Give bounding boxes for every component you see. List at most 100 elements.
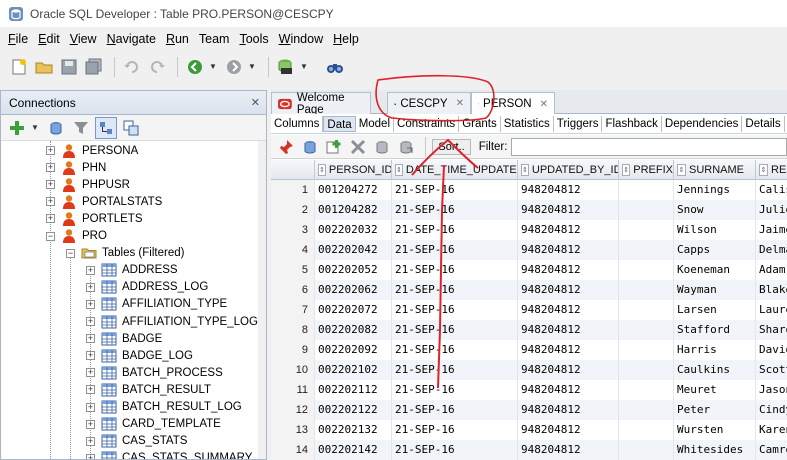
menu-edit[interactable]: Edit	[33, 32, 65, 46]
menu-tools[interactable]: Tools	[234, 32, 273, 46]
table-cas-stats[interactable]: + CAS_STATS	[86, 433, 187, 450]
subtab-dependencies[interactable]: Dependencies	[662, 115, 743, 132]
cell-res[interactable]: Camre	[756, 440, 787, 460]
save-all-icon[interactable]	[83, 56, 105, 78]
expand-icon[interactable]: +	[86, 453, 95, 459]
cell-res[interactable]: Jason	[756, 380, 787, 400]
cell-upd[interactable]: 948204812	[518, 380, 619, 400]
cell-prefix[interactable]	[619, 360, 674, 380]
cell-upd[interactable]: 948204812	[518, 280, 619, 300]
column-header-person-id[interactable]: ⇕ PERSON_ID	[315, 160, 392, 180]
connections-scrollbar[interactable]	[258, 141, 266, 459]
cell-person-id[interactable]: 002202112	[315, 380, 392, 400]
cell-res[interactable]: David	[756, 340, 787, 360]
back-dropdown-icon[interactable]: ▼	[209, 62, 217, 71]
pin-icon[interactable]	[276, 136, 297, 158]
cell-surname[interactable]: Snow	[674, 200, 756, 220]
cell-upd[interactable]: 948204812	[518, 360, 619, 380]
cell-surname[interactable]: Whitesides	[674, 440, 756, 460]
cell-res[interactable]: Calis	[756, 180, 787, 200]
back-icon[interactable]	[184, 56, 206, 78]
menu-window[interactable]: Window	[274, 32, 328, 46]
column-header-prefix[interactable]: ⇕ PREFIX	[619, 160, 674, 180]
cell-prefix[interactable]	[619, 380, 674, 400]
save-icon[interactable]	[58, 56, 80, 78]
subtab-constraints[interactable]: Constraints	[394, 115, 460, 132]
tab-cescpy[interactable]: CESCPY ✕	[387, 92, 471, 114]
cell-surname[interactable]: Wilson	[674, 220, 756, 240]
cell-person-id[interactable]: 002202052	[315, 260, 392, 280]
expand-icon[interactable]: +	[86, 436, 95, 446]
table-row[interactable]: 1 001204272 21-SEP-16 948204812 Jennings Cali…	[271, 180, 787, 200]
add-connection-dropdown-icon[interactable]: ▼	[31, 123, 39, 132]
table-row[interactable]: 1100220211221-SEP-16948204812 MeuretJason	[271, 380, 787, 400]
cell-res[interactable]: Laure	[756, 300, 787, 320]
subtab-model[interactable]: Model	[356, 115, 395, 132]
cell-date[interactable]: 21-SEP-16	[392, 440, 518, 460]
cell-prefix[interactable]	[619, 440, 674, 460]
close-panel-icon[interactable]: ✕	[251, 96, 260, 109]
column-header-date-time-updated[interactable]: ⇕ DATE_TIME_UPDATED	[392, 160, 518, 180]
cell-date[interactable]: 21-SEP-16	[392, 240, 518, 260]
cell-person-id[interactable]: 002202062	[315, 280, 392, 300]
cell-date[interactable]: 21-SEP-16	[392, 400, 518, 420]
cell-date[interactable]: 21-SEP-16	[392, 420, 518, 440]
cell-surname[interactable]: Wursten	[674, 420, 756, 440]
cell-person-id[interactable]: 002202092	[315, 340, 392, 360]
column-sort-icon[interactable]: ⇕	[521, 164, 529, 176]
subtab-flashback[interactable]: Flashback	[602, 115, 662, 132]
cell-surname[interactable]: Wayman	[674, 280, 756, 300]
cell-surname[interactable]: Capps	[674, 240, 756, 260]
table-address-log[interactable]: + ADDRESS_LOG	[86, 279, 208, 296]
sort-button[interactable]: Sort..	[432, 138, 471, 155]
cell-upd[interactable]: 948204812	[518, 340, 619, 360]
rollback-icon[interactable]	[396, 136, 417, 158]
tree-schema-pro[interactable]: − PRO	[46, 228, 107, 245]
cell-person-id[interactable]: 001204282	[315, 200, 392, 220]
cell-upd[interactable]: 948204812	[518, 260, 619, 280]
sql-worksheet-dropdown-icon[interactable]: ▼	[300, 62, 308, 71]
cell-prefix[interactable]	[619, 420, 674, 440]
column-sort-icon[interactable]: ⇕	[395, 164, 403, 176]
cell-prefix[interactable]	[619, 400, 674, 420]
cell-surname[interactable]: Larsen	[674, 300, 756, 320]
close-tab-icon[interactable]: ✕	[456, 98, 464, 109]
cell-person-id[interactable]: 002202042	[315, 240, 392, 260]
menu-view[interactable]: View	[65, 32, 102, 46]
expand-icon[interactable]: +	[86, 299, 95, 309]
redo-icon[interactable]	[146, 56, 168, 78]
table-row[interactable]: 1200220212221-SEP-16948204812 PeterCindy	[271, 400, 787, 420]
table-row[interactable]: 700220207221-SEP-16948204812 LarsenLaure	[271, 300, 787, 320]
new-icon[interactable]	[8, 56, 30, 78]
cell-res[interactable]: Delma	[756, 240, 787, 260]
cell-upd[interactable]: 948204812	[518, 400, 619, 420]
expand-icon[interactable]: +	[46, 180, 55, 190]
table-row[interactable]: 600220206221-SEP-16948204812 WaymanBlake	[271, 280, 787, 300]
cell-person-id[interactable]: 002202102	[315, 360, 392, 380]
subtab-columns[interactable]: Columns	[271, 115, 324, 132]
cell-surname[interactable]: Harris	[674, 340, 756, 360]
cell-surname[interactable]: Caulkins	[674, 360, 756, 380]
table-address[interactable]: + ADDRESS	[86, 262, 178, 279]
subtab-data[interactable]: Data	[323, 115, 356, 132]
insert-row-icon[interactable]	[324, 136, 345, 158]
table-row[interactable]: 200120428221-SEP-16948204812 SnowJulie	[271, 200, 787, 220]
expand-icon[interactable]: +	[86, 282, 95, 292]
cell-prefix[interactable]	[619, 280, 674, 300]
cell-person-id[interactable]: 002202072	[315, 300, 392, 320]
subtab-statistics[interactable]: Statistics	[501, 115, 554, 132]
table-cas-stats-summary[interactable]: + CAS_STATS_SUMMARY	[86, 450, 252, 459]
table-badge-log[interactable]: + BADGE_LOG	[86, 347, 193, 364]
table-row[interactable]: 13 002202132 21-SEP-16 948204812 Wursten Kare…	[271, 420, 787, 440]
cell-date[interactable]: 21-SEP-16	[392, 220, 518, 240]
cell-prefix[interactable]	[619, 180, 674, 200]
undo-icon[interactable]	[121, 56, 143, 78]
table-row[interactable]: 8 002202082 21-SEP-16 948204812 Stafford Shar…	[271, 320, 787, 340]
cell-prefix[interactable]	[619, 240, 674, 260]
open-folder-icon[interactable]	[33, 56, 55, 78]
cell-surname[interactable]: Peter	[674, 400, 756, 420]
cell-prefix[interactable]	[619, 300, 674, 320]
tree-schema-phpusr[interactable]: + PHPUSR	[46, 176, 130, 193]
expand-icon[interactable]: +	[46, 146, 55, 155]
binoculars-icon[interactable]	[324, 56, 346, 78]
